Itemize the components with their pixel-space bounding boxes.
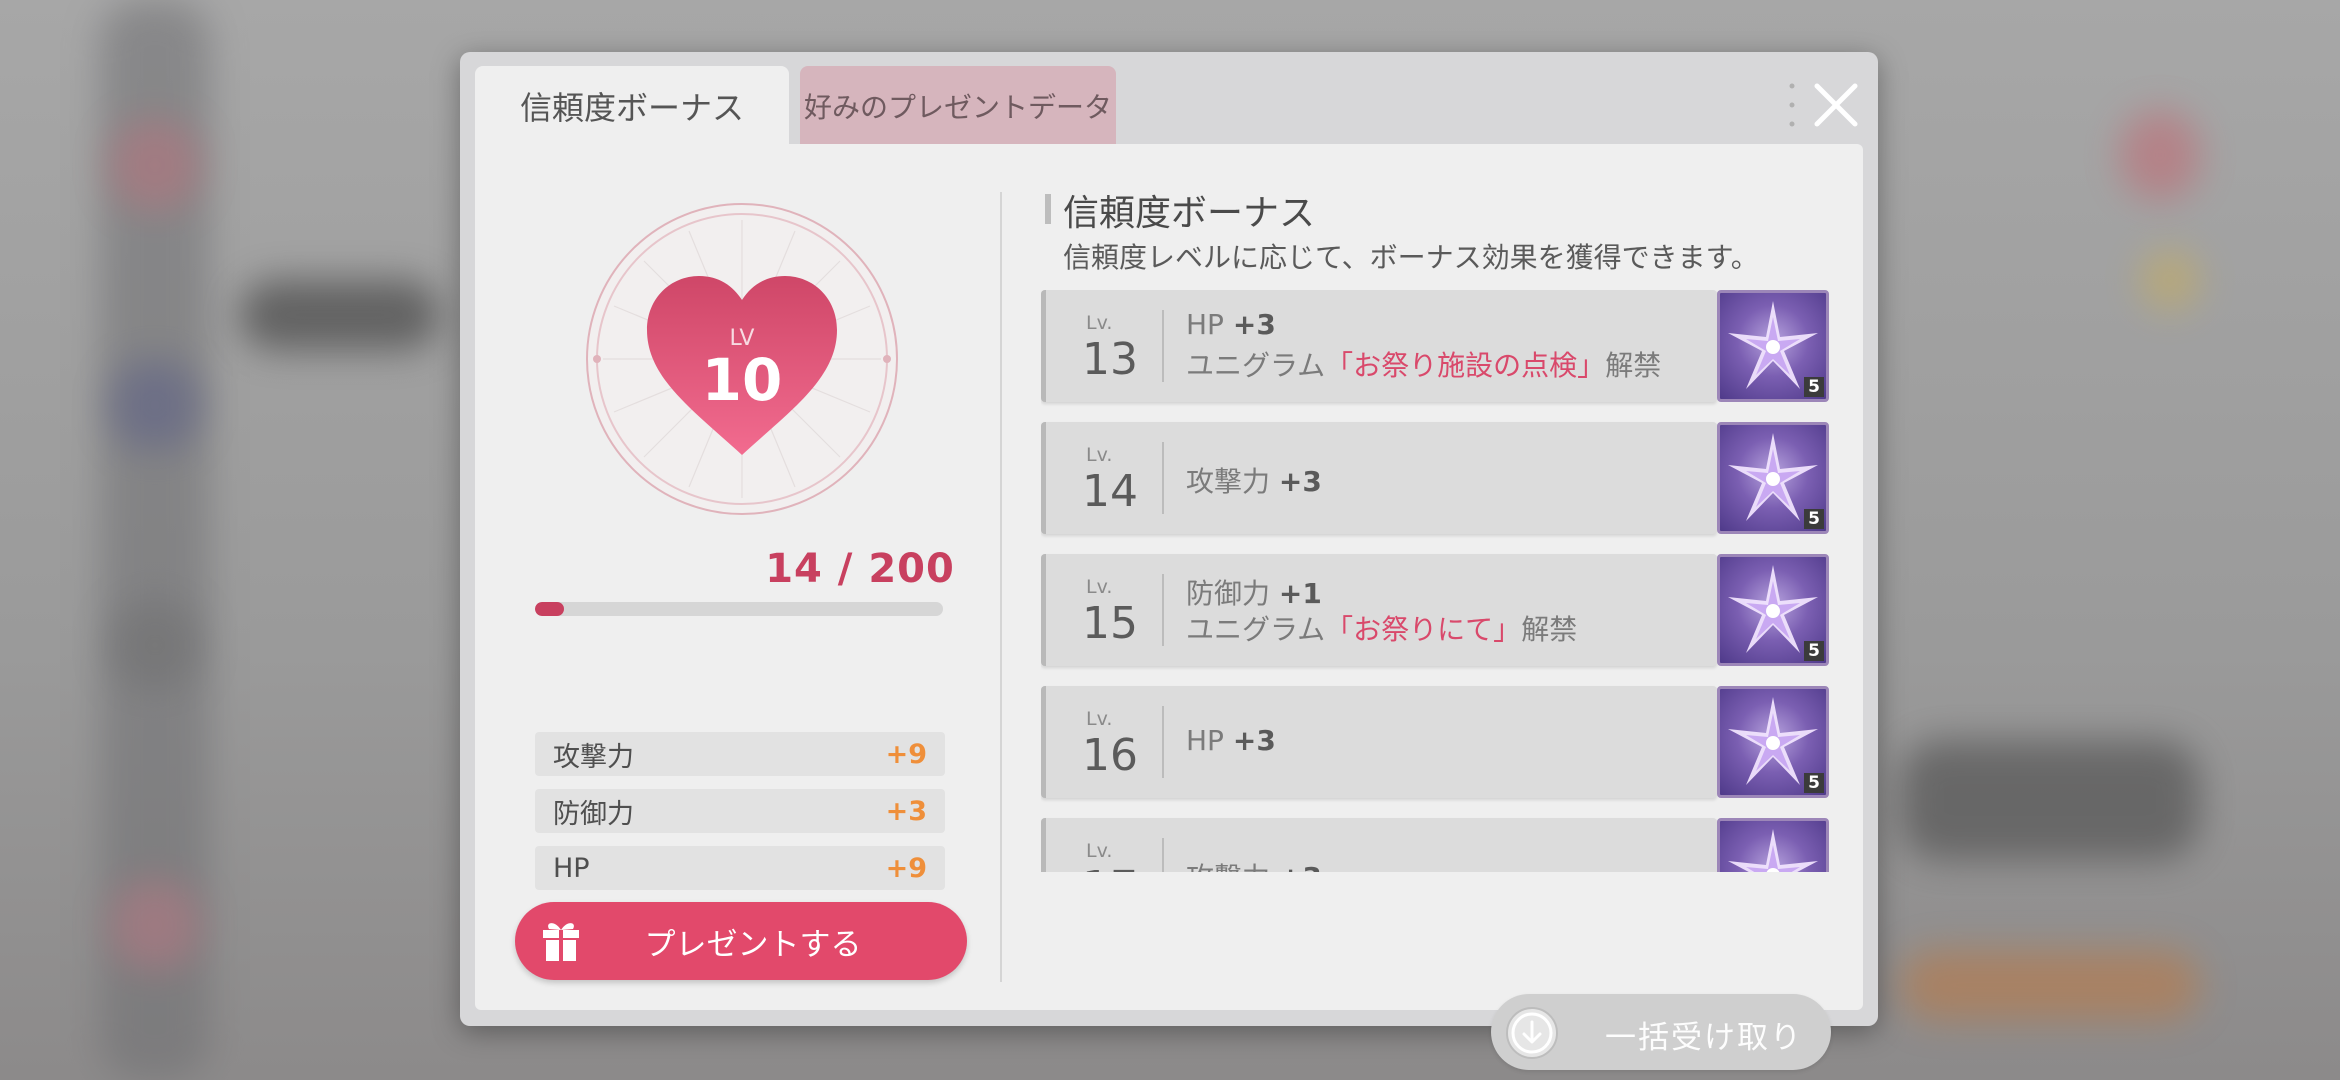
claim-all-label: 一括受け取り xyxy=(1605,1020,1803,1056)
gift-icon xyxy=(543,923,579,961)
stat-name: 防御力 xyxy=(1186,577,1271,610)
reward-item-crystal[interactable]: 5 xyxy=(1717,290,1829,402)
background-avatar xyxy=(110,600,200,690)
unlock-name: 「お祭りにて」 xyxy=(1325,613,1522,646)
level-divider xyxy=(1162,442,1164,514)
reward-count: 5 xyxy=(1804,509,1824,529)
bonus-card: Lv. 13 HP +3 ユニグラム「お祭り施設の点検」解禁 xyxy=(1041,290,1717,402)
section-description: 信頼度レベルに応じて、ボーナス効果を獲得できます。 xyxy=(1063,241,1759,274)
tab-favorite-present-data[interactable]: 好みのプレゼントデータ xyxy=(800,66,1116,146)
trust-progress-bar xyxy=(535,602,943,616)
stat-amount: +3 xyxy=(1279,861,1322,872)
bonus-stat: 攻撃力 +3 xyxy=(1186,460,1322,500)
stat-amount: +3 xyxy=(1232,308,1276,341)
level-prefix: Lv. xyxy=(1086,444,1113,466)
background-button xyxy=(1900,950,2200,1020)
unlock-suffix: 解禁 xyxy=(1605,349,1662,382)
reward-count: 5 xyxy=(1804,773,1824,793)
reward-item-crystal[interactable]: 5 xyxy=(1717,554,1829,666)
stat-value: +9 xyxy=(885,852,927,884)
background-icon xyxy=(2120,110,2200,200)
unlock-prefix: ユニグラム xyxy=(1186,613,1326,646)
bonus-row: Lv. 13 HP +3 ユニグラム「お祭り施設の点検」解禁 5 xyxy=(1041,290,1831,402)
unlock-suffix: 解禁 xyxy=(1521,613,1578,646)
bonus-row: Lv. 17 攻撃力 +3 5 xyxy=(1041,818,1831,872)
tab-trust-bonus[interactable]: 信頼度ボーナス xyxy=(475,66,789,146)
level-number: 16 xyxy=(1082,730,1138,781)
level-number: 15 xyxy=(1082,598,1138,649)
trust-level-value: 10 xyxy=(701,346,783,414)
reward-item-crystal[interactable]: 5 xyxy=(1717,818,1829,872)
download-circle-icon xyxy=(1506,1007,1558,1059)
level-divider xyxy=(1162,706,1164,778)
stat-label: 攻撃力 xyxy=(553,741,634,773)
reward-item-crystal[interactable]: 5 xyxy=(1717,686,1829,798)
background-panel xyxy=(240,280,440,350)
background-icon xyxy=(2140,250,2200,310)
level-number: 17 xyxy=(1082,862,1138,872)
unlock-prefix: ユニグラム xyxy=(1186,349,1326,382)
stat-value: +9 xyxy=(885,738,927,770)
unlock-name: 「お祭り施設の点検」 xyxy=(1325,349,1606,382)
stat-amount: +1 xyxy=(1278,577,1322,610)
column-divider xyxy=(1000,192,1002,982)
bonus-list[interactable]: Lv. 13 HP +3 ユニグラム「お祭り施設の点検」解禁 5 Lv. 14 … xyxy=(1041,290,1831,872)
level-divider xyxy=(1162,574,1164,646)
tab-label: 好みのプレゼントデータ xyxy=(803,91,1112,124)
present-button-label: プレゼントする xyxy=(644,926,862,963)
reward-count: 5 xyxy=(1804,641,1824,661)
reward-item-crystal[interactable]: 5 xyxy=(1717,422,1829,534)
stat-value: +3 xyxy=(885,795,927,827)
bonus-stat: HP +3 xyxy=(1186,308,1276,341)
bonus-card: Lv. 14 攻撃力 +3 xyxy=(1041,422,1717,534)
level-number: 14 xyxy=(1082,466,1138,517)
tab-label: 信頼度ボーナス xyxy=(519,89,744,127)
stat-row-hp: HP +9 xyxy=(535,846,945,890)
bonus-stat: HP +3 xyxy=(1186,724,1276,757)
bonus-stat: 防御力 +1 xyxy=(1186,572,1322,612)
bonus-card: Lv. 17 攻撃力 +3 xyxy=(1041,818,1717,872)
stat-row-attack: 攻撃力 +9 xyxy=(535,732,945,776)
level-divider xyxy=(1162,310,1164,382)
background-avatar xyxy=(110,880,200,970)
stat-name: 攻撃力 xyxy=(1186,861,1270,872)
stat-amount: +3 xyxy=(1232,724,1276,757)
drag-dots-icon xyxy=(1789,83,1795,127)
background-avatar xyxy=(110,360,200,450)
bonus-unlock: ユニグラム「お祭り施設の点検」解禁 xyxy=(1186,344,1661,384)
bonus-stat: 攻撃力 +3 xyxy=(1186,856,1322,872)
background-avatar xyxy=(110,120,200,210)
stat-name: HP xyxy=(1186,724,1224,757)
level-divider xyxy=(1162,838,1164,872)
level-number: 13 xyxy=(1082,334,1138,385)
content-panel: LV 10 14 / 200 攻撃力 +9 防御力 +3 HP +9 プレゼント… xyxy=(475,144,1863,1070)
trust-level-gauge: LV 10 xyxy=(583,200,901,518)
background-panel xyxy=(1900,740,2200,860)
stat-row-defense: 防御力 +3 xyxy=(535,789,945,833)
trust-bonus-dialog: 信頼度ボーナス 好みのプレゼントデータ LV 10 14 / 200 攻撃力 +… xyxy=(460,52,1878,1070)
bonus-row: Lv. 15 防御力 +1 ユニグラム「お祭りにて」解禁 5 xyxy=(1041,554,1831,666)
stat-name: 攻撃力 xyxy=(1186,465,1271,498)
claim-all-button[interactable]: 一括受け取り xyxy=(1491,994,1831,1070)
crystal-icon xyxy=(1728,829,1818,872)
bonus-card: Lv. 16 HP +3 xyxy=(1041,686,1717,798)
bonus-card: Lv. 15 防御力 +1 ユニグラム「お祭りにて」解禁 xyxy=(1041,554,1717,666)
stat-label: HP xyxy=(553,852,590,884)
bonus-row: Lv. 14 攻撃力 +3 5 xyxy=(1041,422,1831,534)
section-title: 信頼度ボーナス xyxy=(1063,193,1316,234)
bonus-unlock: ユニグラム「お祭りにて」解禁 xyxy=(1186,608,1577,648)
bonus-row: Lv. 16 HP +3 5 xyxy=(1041,686,1831,798)
stat-label: 防御力 xyxy=(553,798,634,830)
level-prefix: Lv. xyxy=(1086,708,1113,730)
stat-name: HP xyxy=(1186,308,1224,341)
level-prefix: Lv. xyxy=(1086,840,1113,862)
close-icon[interactable] xyxy=(1805,74,1867,136)
reward-count: 5 xyxy=(1804,377,1824,397)
section-marker xyxy=(1045,194,1051,224)
stat-amount: +3 xyxy=(1278,465,1322,498)
level-prefix: Lv. xyxy=(1086,312,1113,334)
present-button[interactable]: プレゼントする xyxy=(515,902,967,980)
trust-progress-fill xyxy=(535,602,564,616)
level-prefix: Lv. xyxy=(1086,576,1113,598)
